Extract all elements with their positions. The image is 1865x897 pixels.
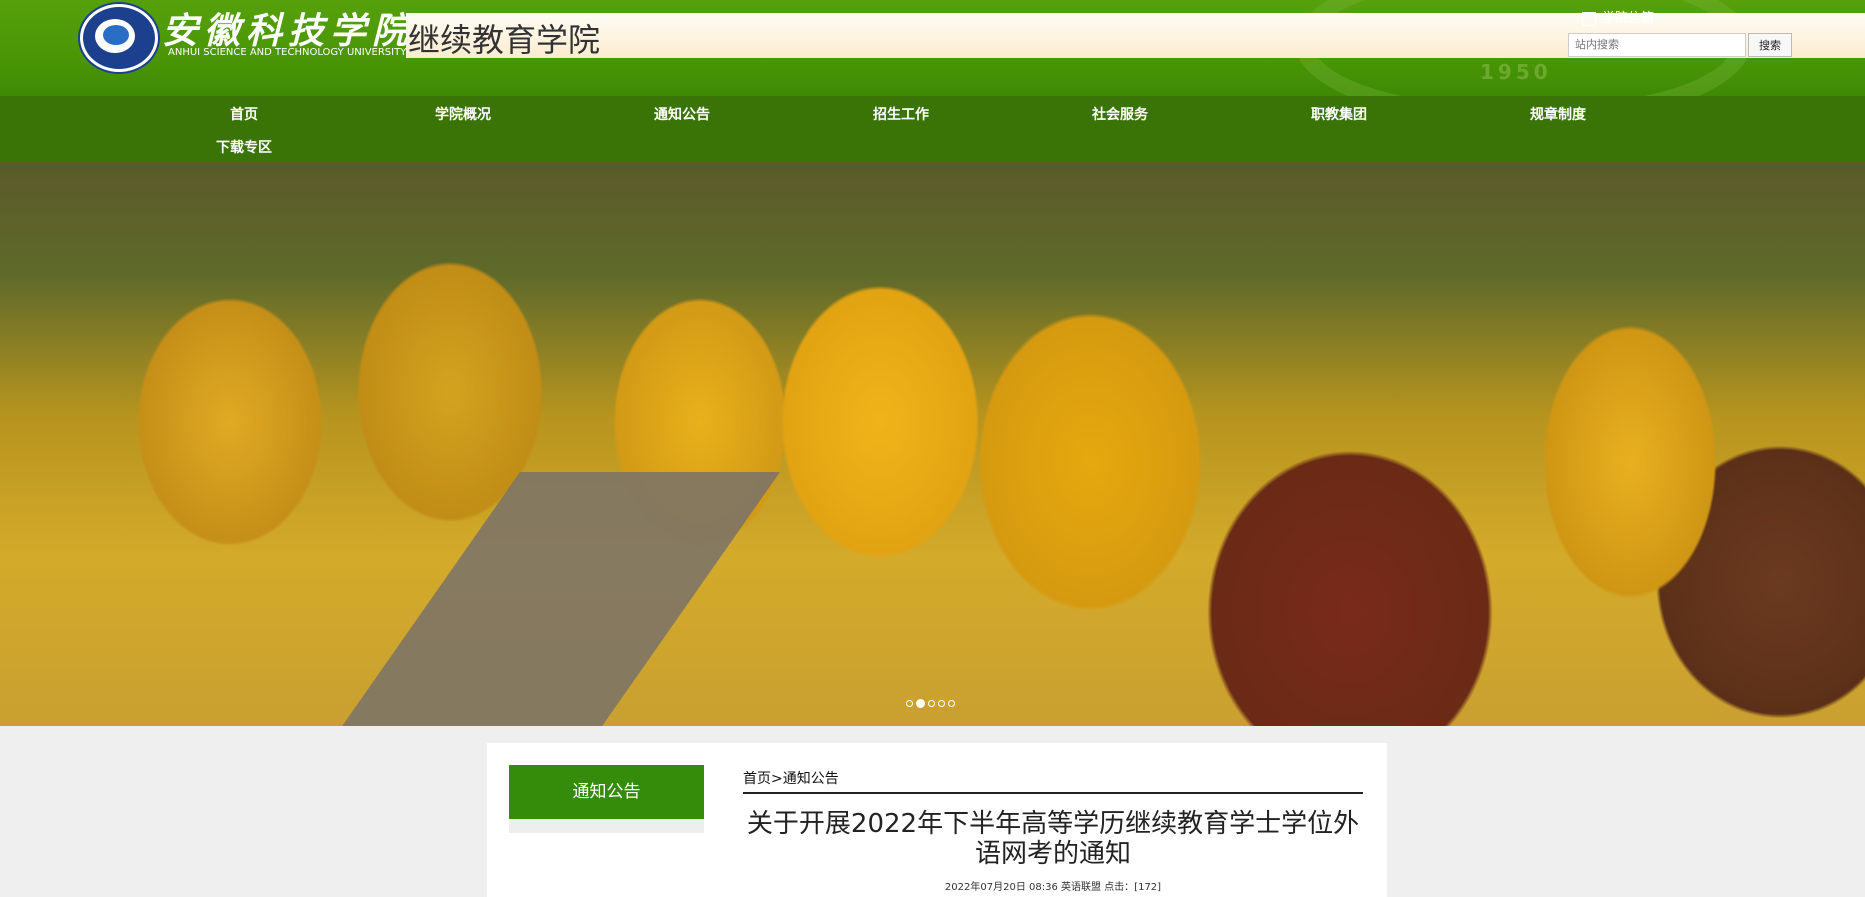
- mail-icon: [1582, 11, 1596, 26]
- site-header: 1950 安徽科技学院 ANHUI SCIENCE AND TECHNOLOGY…: [0, 0, 1865, 96]
- carousel-dot[interactable]: [928, 700, 935, 707]
- carousel-dot[interactable]: [906, 700, 913, 707]
- breadcrumb-divider: [743, 792, 1363, 794]
- nav-item-notices[interactable]: 通知公告: [622, 104, 742, 124]
- mailbox-link[interactable]: 学院信箱: [1582, 7, 1654, 26]
- content-panel: 通知公告 首页>通知公告 关于开展2022年下半年高等学历继续教育学士学位外语网…: [487, 743, 1387, 897]
- nav-item-regulations[interactable]: 规章制度: [1498, 104, 1618, 124]
- carousel-dot-active[interactable]: [916, 699, 925, 708]
- search-input[interactable]: [1568, 33, 1746, 57]
- breadcrumb[interactable]: 首页>通知公告: [743, 768, 839, 788]
- article-title: 关于开展2022年下半年高等学历继续教育学士学位外语网考的通知: [746, 809, 1360, 869]
- carousel-dots: [906, 692, 958, 708]
- hero-banner[interactable]: [0, 162, 1865, 726]
- nav-item-social-services[interactable]: 社会服务: [1060, 104, 1180, 124]
- nav-item-home[interactable]: 首页: [184, 104, 304, 124]
- site-title: 继续教育学院: [408, 21, 601, 59]
- university-logo-icon[interactable]: [80, 4, 158, 72]
- nav-item-admissions[interactable]: 招生工作: [841, 104, 961, 124]
- main-nav: 首页 学院概况 通知公告 招生工作 社会服务 职教集团 规章制度 下载专区: [0, 96, 1865, 162]
- mailbox-link-label: 学院信箱: [1602, 11, 1655, 26]
- article-meta: 2022年07月20日 08:36 英语联盟 点击：[172]: [944, 882, 1162, 893]
- sidebar-list: [509, 819, 704, 833]
- search-button[interactable]: 搜索: [1748, 33, 1792, 57]
- carousel-dot[interactable]: [948, 700, 955, 707]
- banner-road: [288, 472, 780, 726]
- seal-year: 1950: [1480, 60, 1552, 84]
- university-name-en: ANHUI SCIENCE AND TECHNOLOGY UNIVERSITY: [168, 47, 407, 58]
- nav-item-vocational-group[interactable]: 职教集团: [1279, 104, 1399, 124]
- sidebar-heading[interactable]: 通知公告: [509, 765, 704, 819]
- nav-item-downloads[interactable]: 下载专区: [184, 137, 304, 157]
- nav-item-about[interactable]: 学院概况: [403, 104, 523, 124]
- carousel-dot[interactable]: [938, 700, 945, 707]
